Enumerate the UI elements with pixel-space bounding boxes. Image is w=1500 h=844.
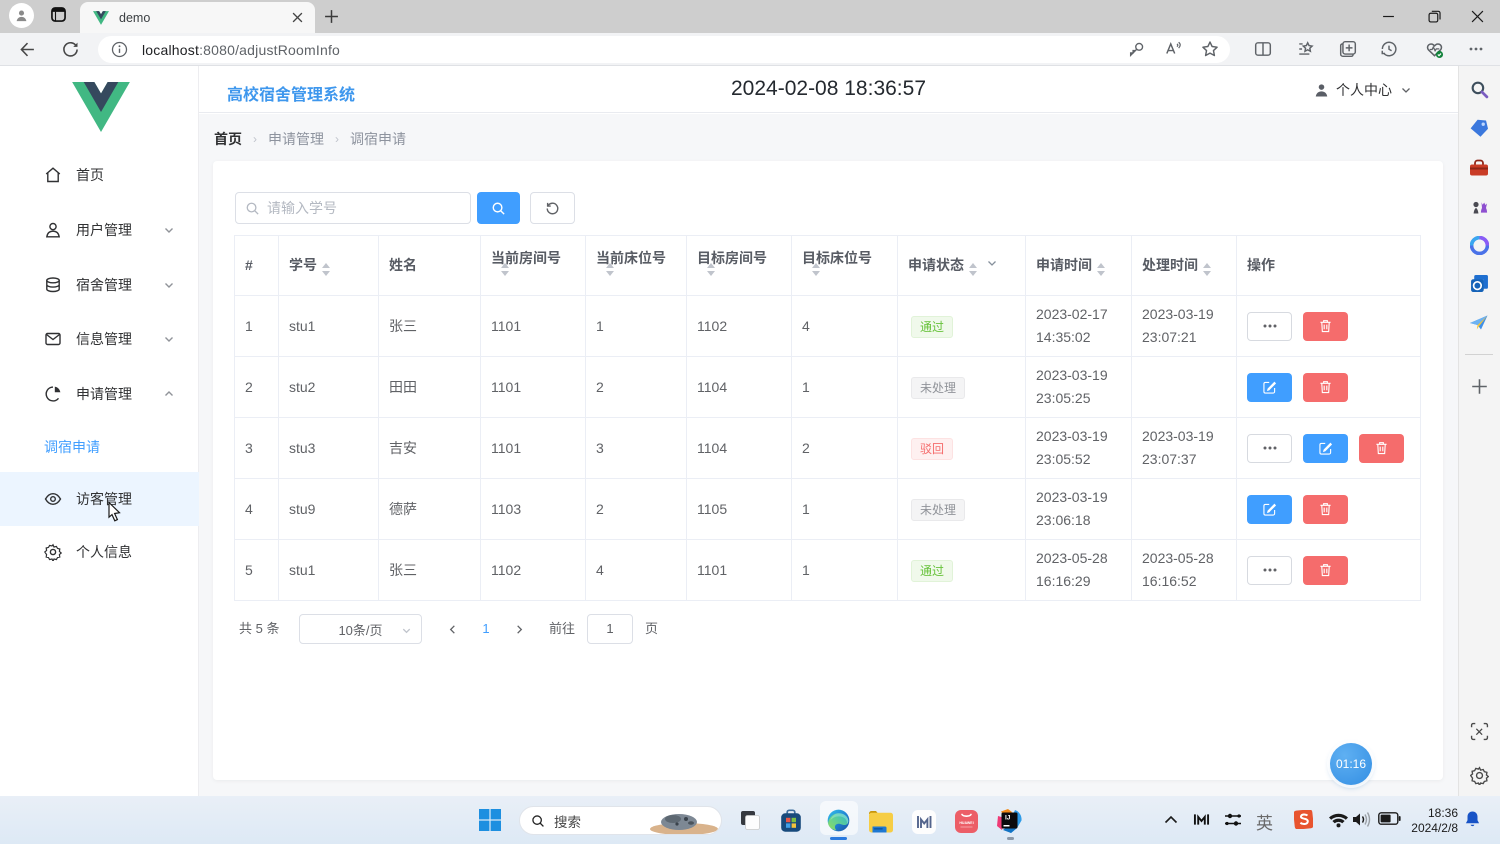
svg-text:HUAWEI: HUAWEI — [959, 821, 973, 825]
svg-text:IJ: IJ — [1005, 815, 1011, 822]
